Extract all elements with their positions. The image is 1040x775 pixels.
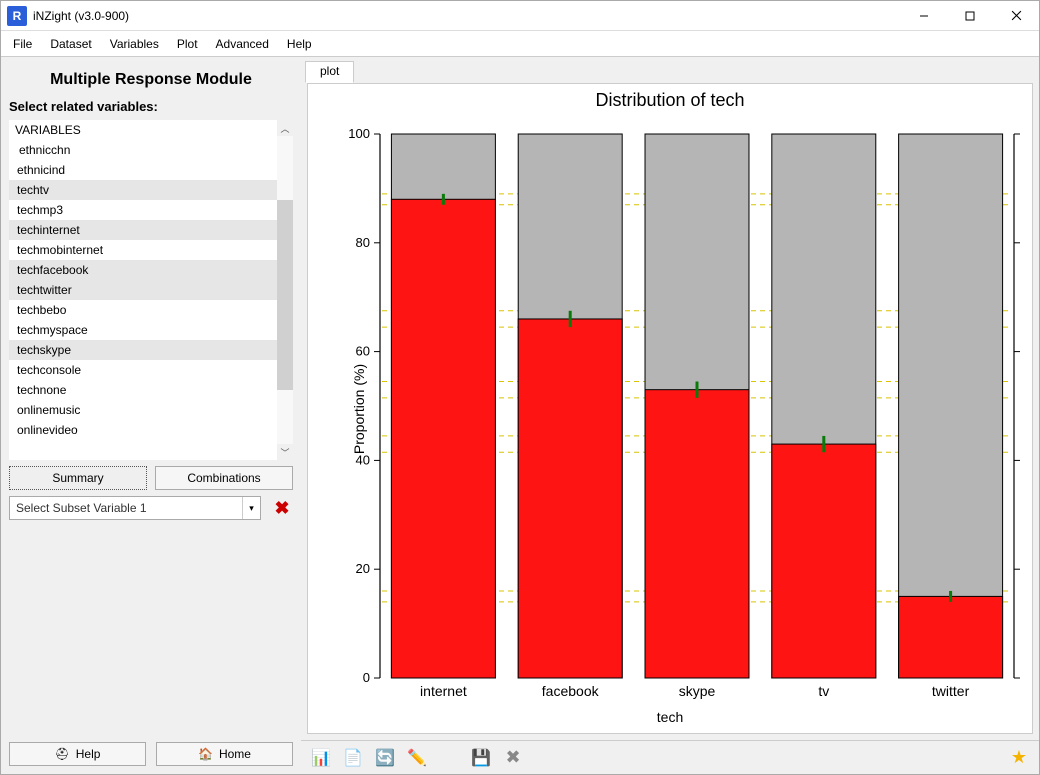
svg-text:0: 0 (363, 670, 370, 685)
svg-text:facebook: facebook (542, 683, 600, 699)
variable-item[interactable]: technone (9, 380, 277, 400)
app-body: Multiple Response Module Select related … (1, 57, 1039, 774)
menu-file[interactable]: File (5, 34, 40, 54)
home-icon: 🏠 (198, 747, 213, 761)
minimize-button[interactable] (901, 1, 947, 31)
subset-variable-select[interactable]: Select Subset Variable 1 ▾ (9, 496, 261, 520)
svg-text:100: 100 (348, 126, 370, 141)
chart-svg: 0 20 40 60 80 100 internet facebook skype tv twitt… (308, 84, 1032, 733)
svg-text:skype: skype (679, 683, 716, 699)
help-button[interactable]: ⛑ Help (9, 742, 146, 766)
delete-icon[interactable]: ✖ (503, 748, 523, 768)
chevron-down-icon[interactable]: ▾ (242, 497, 260, 519)
svg-text:40: 40 (356, 452, 370, 467)
plot-toolbar: 📊 📄 🔄 ✏️ 💾 ✖ ★ (301, 740, 1039, 774)
variable-item[interactable]: techconsole (9, 360, 277, 380)
svg-text:twitter: twitter (932, 683, 970, 699)
help-button-label: Help (76, 747, 101, 761)
variable-item[interactable]: techmobinternet (9, 240, 277, 260)
svg-text:60: 60 (356, 344, 370, 359)
chart-settings-icon[interactable]: 📊 (311, 748, 331, 768)
svg-text:20: 20 (356, 561, 370, 576)
plot-canvas: Distribution of tech Proportion (%) tech… (307, 83, 1033, 734)
tab-plot[interactable]: plot (305, 61, 354, 83)
variable-item[interactable]: onlinevideo (9, 420, 277, 440)
variable-item[interactable]: techinternet (9, 220, 277, 240)
plot-tabstrip: plot (301, 61, 1039, 83)
svg-text:80: 80 (356, 235, 370, 250)
titlebar: R iNZight (v3.0-900) (1, 1, 1039, 31)
window-controls (901, 1, 1039, 31)
scroll-thumb[interactable] (277, 200, 293, 390)
variables-header: VARIABLES (9, 120, 277, 140)
variable-item[interactable]: techfacebook (9, 260, 277, 280)
refresh-icon[interactable]: 🔄 (375, 748, 395, 768)
menubar: File Dataset Variables Plot Advanced Hel… (1, 31, 1039, 57)
subset-variable-text: Select Subset Variable 1 (10, 501, 242, 515)
variable-item[interactable]: ethnicchn (9, 140, 277, 160)
save-icon[interactable]: 💾 (471, 748, 491, 768)
variable-item[interactable]: techmp3 (9, 200, 277, 220)
clear-subset-icon[interactable]: ✖ (271, 497, 293, 519)
menu-dataset[interactable]: Dataset (42, 34, 99, 54)
app-icon: R (7, 6, 27, 26)
star-icon[interactable]: ★ (1009, 748, 1029, 768)
bottom-buttons: ⛑ Help 🏠 Home (9, 742, 293, 766)
scroll-down-icon[interactable]: ﹀ (277, 444, 293, 460)
menu-plot[interactable]: Plot (169, 34, 206, 54)
home-button-label: Home (219, 747, 251, 761)
scroll-up-icon[interactable]: ︿ (277, 120, 293, 136)
variable-item[interactable]: techmyspace (9, 320, 277, 340)
variables-listbox[interactable]: VARIABLESethnicchnethnicindtechtvtechmp3… (9, 120, 293, 460)
close-button[interactable] (993, 1, 1039, 31)
variable-item[interactable]: onlinemusic (9, 400, 277, 420)
home-button[interactable]: 🏠 Home (156, 742, 293, 766)
combinations-button[interactable]: Combinations (155, 466, 293, 490)
module-title: Multiple Response Module (9, 65, 293, 93)
plot-area: plot Distribution of tech Proportion (%)… (301, 57, 1039, 774)
window-title: iNZight (v3.0-900) (33, 9, 901, 23)
svg-text:tv: tv (818, 683, 829, 699)
new-page-icon[interactable]: 📄 (343, 748, 363, 768)
summary-button[interactable]: Summary (9, 466, 147, 490)
left-panel: Multiple Response Module Select related … (1, 57, 301, 774)
menu-advanced[interactable]: Advanced (208, 34, 277, 54)
variable-item[interactable]: techskype (9, 340, 277, 360)
variable-item[interactable]: techtwitter (9, 280, 277, 300)
lifebuoy-icon: ⛑ (55, 747, 70, 761)
menu-help[interactable]: Help (279, 34, 320, 54)
select-variables-label: Select related variables: (9, 99, 293, 114)
maximize-button[interactable] (947, 1, 993, 31)
edit-icon[interactable]: ✏️ (407, 748, 427, 768)
subset-row: Select Subset Variable 1 ▾ ✖ (9, 496, 293, 520)
variable-item[interactable]: techtv (9, 180, 277, 200)
menu-variables[interactable]: Variables (102, 34, 167, 54)
svg-text:internet: internet (420, 683, 467, 699)
variable-item[interactable]: techbebo (9, 300, 277, 320)
app-window: R iNZight (v3.0-900) File Dataset Variab… (0, 0, 1040, 775)
action-row: Summary Combinations (9, 466, 293, 490)
variable-item[interactable]: ethnicind (9, 160, 277, 180)
